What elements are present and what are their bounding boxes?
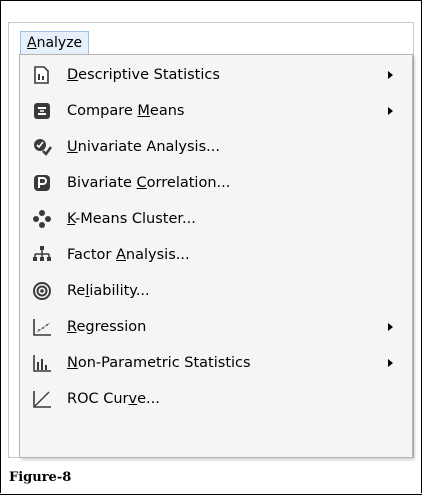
menu-item-label: Bivariate Correlation... xyxy=(67,175,231,191)
factor-analysis-icon xyxy=(33,246,51,261)
menu-title-mnemonic: A xyxy=(27,35,37,51)
submenu-arrow-icon xyxy=(388,323,393,331)
menu-item-label: Compare Means xyxy=(67,103,185,119)
menu-item-univariate-analysis[interactable]: Univariate Analysis... xyxy=(20,129,412,165)
menu-item-regression[interactable]: Regression xyxy=(20,309,412,345)
univariate-analysis-icon xyxy=(34,139,52,156)
compare-means-icon xyxy=(34,103,50,119)
regression-icon xyxy=(33,319,51,336)
submenu-arrow-icon xyxy=(388,71,393,79)
roc-curve-icon xyxy=(33,391,51,408)
figure-caption: Figure-8 xyxy=(9,470,72,485)
submenu-arrow-icon xyxy=(388,359,393,367)
menu-analyze[interactable]: Analyze xyxy=(20,31,90,54)
menu-item-bivariate-correlation[interactable]: Bivariate Correlation... xyxy=(20,165,412,201)
menu-item-label: Univariate Analysis... xyxy=(67,139,220,155)
menu-item-label: K-Means Cluster... xyxy=(67,211,196,227)
menu-item-non-parametric-statistics[interactable]: Non-Parametric Statistics xyxy=(20,345,412,381)
menu-item-label: Regression xyxy=(67,319,147,335)
menu-item-compare-means[interactable]: Compare Means xyxy=(20,93,412,129)
menu-item-kmeans-cluster[interactable]: K-Means Cluster... xyxy=(20,201,412,237)
non-parametric-statistics-icon xyxy=(33,355,51,372)
menu-item-label: Descriptive Statistics xyxy=(67,67,220,83)
menu-title-rest: nalyze xyxy=(36,35,83,51)
reliability-icon xyxy=(33,282,51,300)
bivariate-correlation-icon xyxy=(34,175,50,191)
submenu-arrow-icon xyxy=(388,107,393,115)
menu-item-label: Non-Parametric Statistics xyxy=(67,355,251,371)
analyze-dropdown: Descriptive Statistics Compare Means Uni… xyxy=(19,54,413,458)
menu-screenshot: Analyze Descriptive Statistics Compare M… xyxy=(8,22,414,458)
menubar: Analyze xyxy=(9,23,413,54)
menu-item-label: ROC Curve... xyxy=(67,391,160,407)
menu-item-descriptive-statistics[interactable]: Descriptive Statistics xyxy=(20,57,412,93)
menu-item-label: Reliability... xyxy=(67,283,150,299)
menu-item-roc-curve[interactable]: ROC Curve... xyxy=(20,381,412,417)
menu-item-label: Factor Analysis... xyxy=(67,247,190,263)
kmeans-cluster-icon xyxy=(33,210,51,228)
menu-item-factor-analysis[interactable]: Factor Analysis... xyxy=(20,237,412,273)
descriptive-statistics-icon xyxy=(34,66,49,84)
menu-item-reliability[interactable]: Reliability... xyxy=(20,273,412,309)
